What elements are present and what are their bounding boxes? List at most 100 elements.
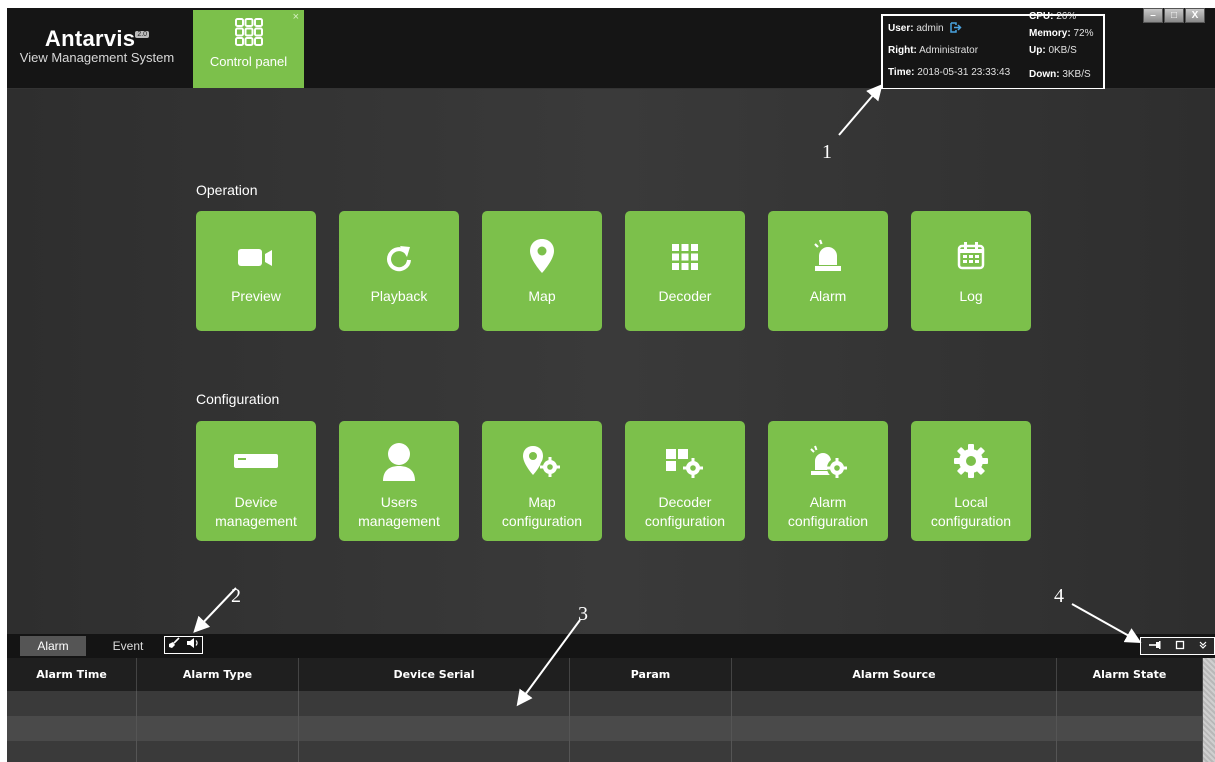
status-user: User: admin <box>888 22 962 36</box>
alarm-table-header: Alarm Time Alarm Type Device Serial Para… <box>7 658 1203 691</box>
tab-event[interactable]: Event <box>95 636 161 656</box>
annotation-2: 2 <box>231 585 241 607</box>
status-up: Up: 0KB/S <box>1029 45 1077 56</box>
tile-decoder-label: Decoder <box>658 288 712 304</box>
tile-label-line2: configuration <box>501 513 583 529</box>
system-status-box: User: admin Right: Administrator Time: 2… <box>881 11 1105 90</box>
memory-value: 72% <box>1073 28 1094 39</box>
decoder-gear-icon <box>625 447 745 479</box>
collapse-panel-icon[interactable] <box>1198 640 1208 653</box>
status-right: Right: Administrator <box>888 45 978 56</box>
tab-alarm[interactable]: Alarm <box>20 636 86 656</box>
status-time: Time: 2018-05-31 23:33:43 <box>888 67 1010 78</box>
tile-label-line1: Device <box>234 494 278 510</box>
tab-control-panel[interactable]: × Control panel <box>193 10 304 88</box>
app-window: Antarvis 2.0 View Management System × Con… <box>7 8 1215 762</box>
table-row[interactable] <box>7 741 1203 762</box>
pin-icon[interactable] <box>1148 640 1162 653</box>
tile-label-line1: Map <box>528 494 556 510</box>
tile-local-configuration-label: Local configuration <box>911 493 1031 531</box>
map-pin-icon <box>482 238 602 274</box>
user-value: admin <box>916 23 944 34</box>
grid-icon <box>625 243 745 271</box>
tile-playback[interactable]: Playback <box>339 211 459 331</box>
time-value: 2018-05-31 23:33:43 <box>917 67 1011 78</box>
column-device-serial[interactable]: Device Serial <box>299 658 570 691</box>
cpu-value: 26% <box>1056 11 1077 22</box>
tab-control-panel-label: Control panel <box>209 54 288 69</box>
operation-section-title: Operation <box>196 182 258 198</box>
tile-playback-label: Playback <box>370 288 428 304</box>
user-icon <box>339 441 459 481</box>
minimize-button[interactable]: – <box>1143 8 1163 23</box>
status-down: Down: 3KB/S <box>1029 69 1091 80</box>
tile-log-label: Log <box>959 288 983 304</box>
tile-decoder-configuration[interactable]: Decoder configuration <box>625 421 745 541</box>
configuration-section-title: Configuration <box>196 391 280 407</box>
tile-label-line2: configuration <box>787 513 869 529</box>
logout-icon[interactable] <box>950 22 962 36</box>
brand-badge: 2.0 <box>135 31 150 38</box>
gear-icon <box>911 443 1031 479</box>
tile-label-line2: management <box>358 513 440 529</box>
tile-alarm-configuration[interactable]: Alarm configuration <box>768 421 888 541</box>
brand-subtitle: View Management System <box>19 50 175 65</box>
alarm-panel-toolbar: Alarm Event <box>7 634 1215 658</box>
table-scrollbar[interactable] <box>1203 658 1215 762</box>
tile-device-management[interactable]: Device management <box>196 421 316 541</box>
tile-alarm-label: Alarm <box>809 288 847 304</box>
table-row[interactable] <box>7 716 1203 741</box>
tile-map[interactable]: Map <box>482 211 602 331</box>
calendar-icon <box>911 241 1031 271</box>
tile-users-management-label: Users management <box>339 493 459 531</box>
tile-decoder[interactable]: Decoder <box>625 211 745 331</box>
status-memory: Memory: 72% <box>1029 28 1093 39</box>
annotation-1: 1 <box>822 141 832 163</box>
memory-label: Memory: <box>1029 28 1071 39</box>
tile-preview[interactable]: Preview <box>196 211 316 331</box>
tile-log[interactable]: Log <box>911 211 1031 331</box>
user-label: User: <box>888 23 914 34</box>
tile-label-line2: management <box>215 513 297 529</box>
column-param[interactable]: Param <box>570 658 732 691</box>
siren-icon <box>768 238 888 274</box>
tile-map-configuration[interactable]: Map configuration <box>482 421 602 541</box>
tile-users-management[interactable]: Users management <box>339 421 459 541</box>
tile-decoder-configuration-label: Decoder configuration <box>625 493 745 531</box>
tile-alarm[interactable]: Alarm <box>768 211 888 331</box>
column-alarm-state[interactable]: Alarm State <box>1057 658 1203 691</box>
tile-label-line1: Decoder <box>658 494 712 510</box>
brand-name: Antarvis <box>44 26 136 51</box>
control-panel-main: Operation Preview Playback Map Decoder A… <box>7 89 1215 634</box>
tile-local-configuration[interactable]: Local configuration <box>911 421 1031 541</box>
right-label: Right: <box>888 45 917 56</box>
maximize-button[interactable]: □ <box>1164 8 1184 23</box>
column-alarm-source[interactable]: Alarm Source <box>732 658 1057 691</box>
clear-broom-icon[interactable] <box>167 636 181 654</box>
sound-icon[interactable] <box>186 636 200 654</box>
up-value: 0KB/S <box>1048 45 1077 56</box>
up-label: Up: <box>1029 45 1046 56</box>
tile-preview-label: Preview <box>231 288 281 304</box>
alarm-tools-box <box>164 636 203 654</box>
column-alarm-time[interactable]: Alarm Time <box>7 658 137 691</box>
tile-map-label: Map <box>528 288 556 304</box>
tile-alarm-configuration-label: Alarm configuration <box>768 493 888 531</box>
panel-controls-box <box>1140 637 1215 655</box>
tile-label-line2: configuration <box>930 513 1012 529</box>
status-cpu: CPU: 26% <box>1029 11 1076 22</box>
tab-close-icon[interactable]: × <box>293 11 299 23</box>
tile-map-configuration-label: Map configuration <box>482 493 602 531</box>
cpu-label: CPU: <box>1029 11 1054 22</box>
tile-device-management-label: Device management <box>196 493 316 531</box>
close-button[interactable]: X <box>1185 8 1205 23</box>
down-value: 3KB/S <box>1062 69 1091 80</box>
table-row[interactable] <box>7 691 1203 716</box>
tile-label-line1: Alarm <box>809 494 847 510</box>
tile-label-line1: Local <box>954 494 988 510</box>
tile-label-line1: Users <box>380 494 418 510</box>
camera-icon <box>196 246 316 270</box>
column-alarm-type[interactable]: Alarm Type <box>137 658 299 691</box>
restore-panel-icon[interactable] <box>1175 640 1185 653</box>
top-bar: Antarvis 2.0 View Management System × Con… <box>7 8 1215 90</box>
